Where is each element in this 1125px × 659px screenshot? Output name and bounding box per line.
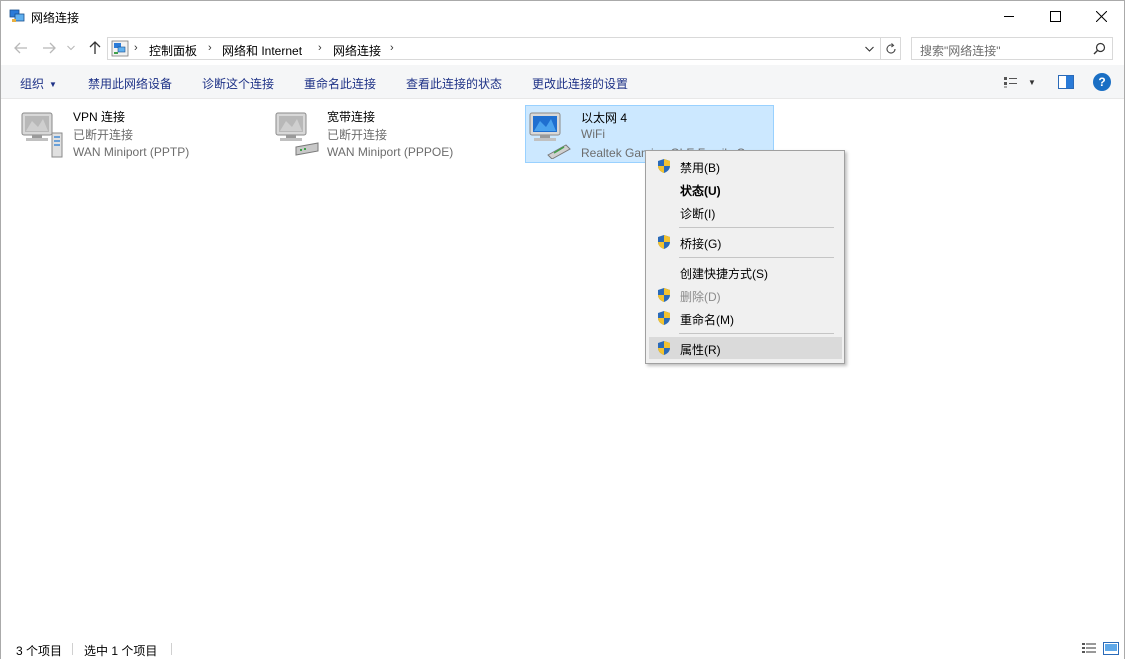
breadcrumb-control-panel[interactable]: 控制面板: [149, 42, 197, 59]
connection-status: 已断开连接: [73, 128, 134, 142]
window-title: 网络连接: [31, 11, 80, 25]
refresh-button[interactable]: [881, 37, 901, 60]
close-icon: [1095, 11, 1107, 22]
arrow-left-icon: [14, 42, 27, 54]
connection-name: VPN 连接: [73, 110, 126, 124]
menu-item-label: 删除(D): [680, 290, 721, 304]
diagnose-button[interactable]: 诊断这个连接: [202, 75, 274, 92]
chevron-down-icon: [67, 45, 75, 51]
view-options-icon: [1004, 77, 1017, 88]
menu-item-properties[interactable]: 属性(R): [649, 337, 842, 359]
connection-status: WiFi: [581, 127, 605, 141]
connection-device: WAN Miniport (PPPOE): [327, 145, 454, 159]
address-history-button[interactable]: [859, 37, 879, 60]
close-button[interactable]: [1078, 1, 1124, 32]
menu-item-label: 创建快捷方式(S): [680, 267, 768, 281]
connection-item-broadband[interactable]: 宽带连接 已断开连接 WAN Miniport (PPPOE): [272, 105, 522, 163]
menu-item-label: 诊断(I): [680, 207, 716, 221]
menu-separator: [679, 333, 834, 334]
caret-down-icon: ▼: [1028, 77, 1036, 87]
selected-count: 选中 1 个项目: [84, 644, 158, 658]
menu-item-delete: 删除(D): [649, 284, 842, 306]
maximize-icon: [1049, 11, 1061, 22]
search-placeholder: 搜索"网络连接": [920, 44, 1001, 58]
command-bar: 组织 ▼ 禁用此网络设备 诊断这个连接 重命名此连接 查看此连接的状态 更改此连接…: [1, 65, 1124, 99]
vpn-connection-icon: [21, 112, 63, 158]
menu-separator: [679, 257, 834, 258]
organize-menu[interactable]: 组织 ▼: [20, 75, 57, 92]
menu-separator: [679, 227, 834, 228]
details-view-icon[interactable]: [1081, 642, 1097, 655]
menu-item-label: 桥接(G): [680, 237, 722, 251]
control-panel-icon: [111, 40, 129, 57]
recent-locations-button[interactable]: [64, 39, 78, 57]
search-icon[interactable]: [1093, 42, 1106, 55]
menu-item-label: 属性(R): [680, 343, 721, 357]
navigation-row: › 控制面板 › 网络和 Internet › 网络连接 › 搜索"网络连接": [1, 33, 1124, 63]
search-input[interactable]: 搜索"网络连接": [911, 37, 1113, 60]
rename-button[interactable]: 重命名此连接: [304, 75, 376, 92]
arrow-up-icon: [89, 41, 101, 54]
uac-shield-icon: [658, 159, 670, 173]
status-bar: 3 个项目 选中 1 个项目: [1, 637, 1124, 659]
connection-name: 以太网 4: [581, 111, 628, 125]
item-count: 3 个项目: [16, 644, 63, 658]
connection-status: 已断开连接: [327, 128, 388, 142]
uac-shield-icon: [658, 341, 670, 355]
caret-down-icon: ▼: [49, 80, 57, 89]
menu-item-bridge[interactable]: 桥接(G): [649, 231, 842, 253]
refresh-icon: [885, 42, 896, 54]
up-button[interactable]: [85, 39, 105, 57]
large-icons-view-icon[interactable]: [1103, 642, 1119, 655]
view-status-button[interactable]: 查看此连接的状态: [406, 75, 502, 92]
view-dropdown-button[interactable]: ▼: [1026, 73, 1038, 91]
ethernet-connection-icon: [529, 112, 571, 159]
organize-label: 组织: [20, 77, 45, 91]
disable-device-button[interactable]: 禁用此网络设备: [88, 75, 172, 92]
maximize-button[interactable]: [1032, 1, 1078, 32]
breadcrumb-separator: ›: [134, 42, 138, 54]
preview-pane-button[interactable]: [1057, 73, 1075, 91]
menu-item-create-shortcut[interactable]: 创建快捷方式(S): [649, 261, 842, 283]
breadcrumb-network-internet[interactable]: 网络和 Internet: [222, 42, 302, 59]
minimize-button[interactable]: [986, 1, 1032, 32]
chevron-down-icon: [864, 46, 874, 52]
menu-item-label: 禁用(B): [680, 161, 720, 175]
breadcrumb-separator: ›: [318, 42, 322, 54]
address-bar[interactable]: › 控制面板 › 网络和 Internet › 网络连接 ›: [107, 37, 881, 60]
change-view-button[interactable]: [1003, 73, 1019, 91]
breadcrumb-separator: ›: [390, 42, 394, 54]
menu-item-label: 重命名(M): [680, 313, 734, 327]
status-divider: [171, 643, 172, 655]
status-divider: [72, 643, 73, 655]
uac-shield-icon: [658, 235, 670, 249]
minimize-icon: [1003, 16, 1014, 17]
breadcrumb-network-connections[interactable]: 网络连接: [333, 42, 381, 59]
breadcrumb-separator: ›: [208, 42, 212, 54]
connection-device: WAN Miniport (PPTP): [73, 145, 190, 159]
title-bar: 网络连接: [1, 1, 1124, 32]
menu-item-disable[interactable]: 禁用(B): [649, 155, 842, 177]
connection-item-vpn[interactable]: VPN 连接 已断开连接 WAN Miniport (PPTP): [18, 105, 268, 163]
change-settings-button[interactable]: 更改此连接的设置: [532, 75, 628, 92]
menu-item-label: 状态(U): [680, 184, 721, 198]
network-connections-window: 网络连接 › 控制面板 › 网络和 Internet › 网络连接 › 搜索"网…: [0, 0, 1125, 659]
uac-shield-icon: [658, 311, 670, 325]
menu-item-diagnose[interactable]: 诊断(I): [649, 201, 842, 223]
arrow-right-icon: [43, 42, 56, 54]
context-menu: 禁用(B) 状态(U) 诊断(I) 桥接(G) 创建快捷方式(S) 删除(D): [645, 150, 845, 364]
uac-shield-icon: [658, 288, 670, 302]
broadband-connection-icon: [275, 112, 319, 156]
forward-button[interactable]: [39, 39, 59, 57]
help-icon: ?: [1098, 75, 1106, 89]
menu-item-rename[interactable]: 重命名(M): [649, 307, 842, 329]
help-button[interactable]: ?: [1093, 73, 1111, 91]
network-folder-icon: [9, 9, 25, 22]
preview-pane-icon: [1058, 75, 1074, 89]
back-button[interactable]: [11, 39, 31, 57]
menu-item-status[interactable]: 状态(U): [649, 178, 842, 200]
connection-name: 宽带连接: [327, 110, 376, 124]
